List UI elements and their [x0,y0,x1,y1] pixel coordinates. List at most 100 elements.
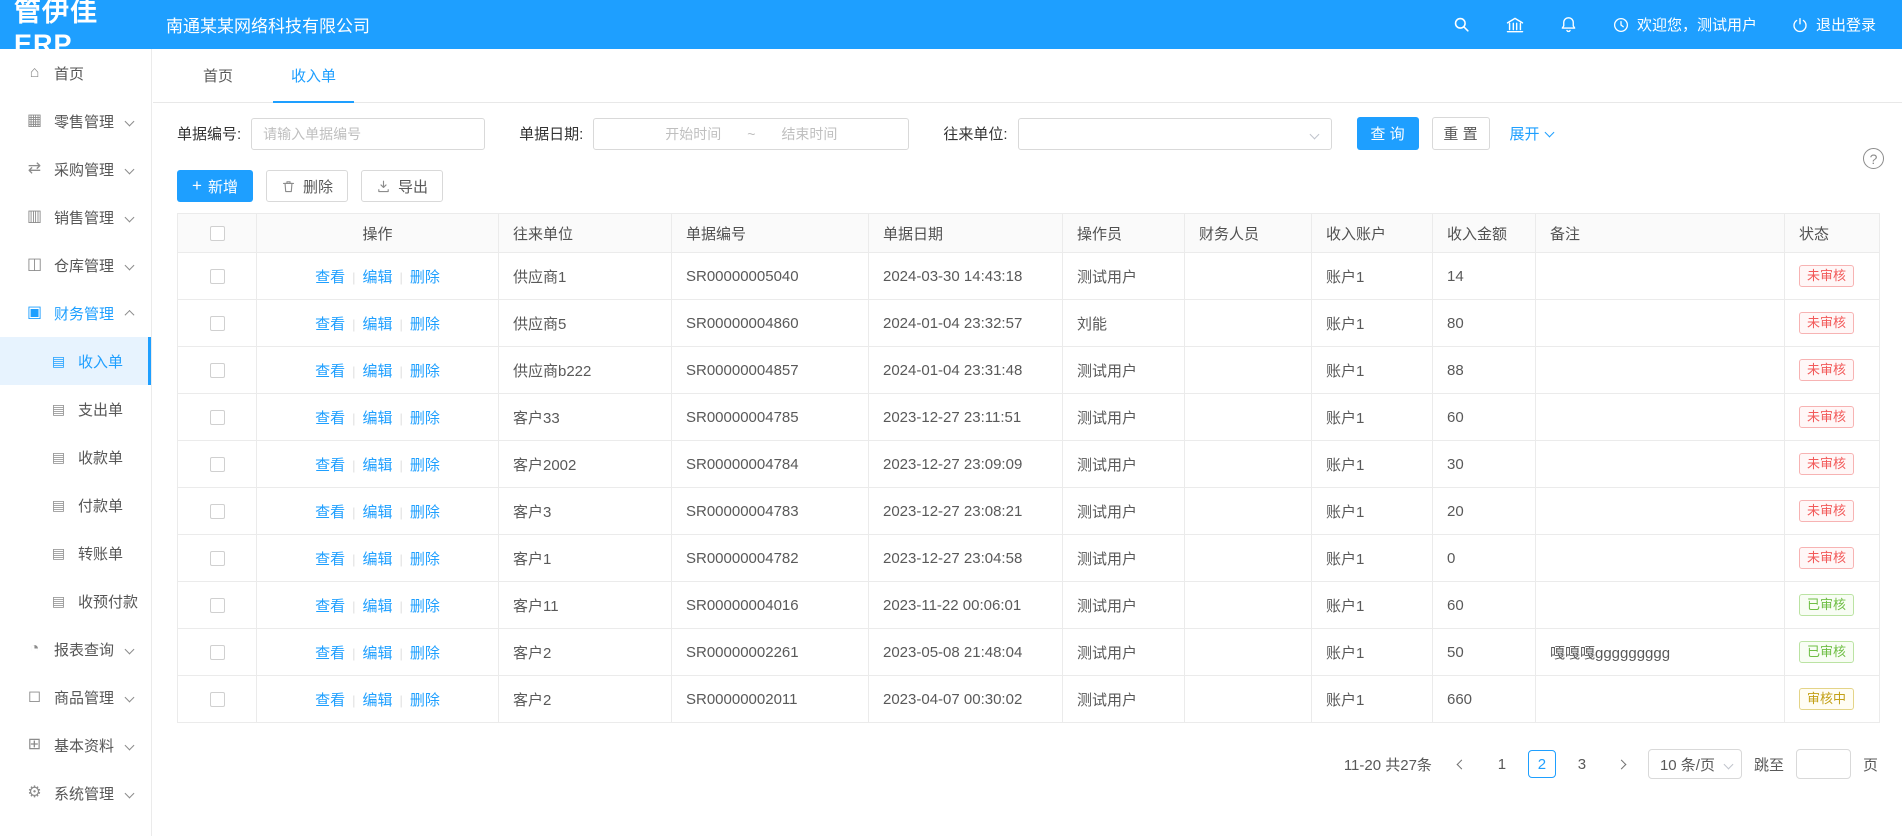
sidebar-item[interactable]: 仓库管理 [0,241,151,289]
retail-icon [26,113,43,129]
delete-link[interactable]: 删除 [410,363,440,380]
delete-link[interactable]: 删除 [410,692,440,709]
row-checkbox[interactable] [210,504,225,519]
sidebar-item[interactable]: 财务管理 [0,289,151,337]
delete-link[interactable]: 删除 [410,457,440,474]
bell-icon[interactable] [1559,15,1578,34]
logout-button[interactable]: 退出登录 [1791,14,1876,35]
delete-label: 删除 [303,176,333,197]
sidebar-item[interactable]: 报表查询 [0,625,151,673]
sidebar-item[interactable]: 支出单 [0,385,151,433]
row-checkbox[interactable] [210,645,225,660]
cell-bill-no: SR00000002011 [672,676,869,723]
export-button[interactable]: 导出 [361,170,443,202]
view-link[interactable]: 查看 [315,269,345,286]
chevron-down-icon [1309,129,1319,139]
col-status: 状态 [1785,214,1880,253]
col-ops: 操作 [257,214,499,253]
col-amount: 收入金额 [1433,214,1536,253]
sidebar-item[interactable]: 收款单 [0,433,151,481]
row-checkbox[interactable] [210,269,225,284]
op-separator [400,552,403,567]
tab-home[interactable]: 首页 [185,49,251,102]
edit-link[interactable]: 编辑 [362,269,392,286]
delete-link[interactable]: 删除 [410,598,440,615]
view-link[interactable]: 查看 [315,504,345,521]
sidebar-item-label: 零售管理 [54,111,114,132]
partner-select[interactable] [1018,118,1332,150]
add-button[interactable]: + 新增 [177,170,253,202]
delete-link[interactable]: 删除 [410,410,440,427]
bill-no-input[interactable] [251,118,485,150]
table-row: 查看编辑删除 客户2002 SR00000004784 2023-12-27 2… [178,441,1880,488]
col-date: 单据日期 [869,214,1063,253]
view-link[interactable]: 查看 [315,551,345,568]
row-checkbox[interactable] [210,598,225,613]
edit-link[interactable]: 编辑 [362,410,392,427]
delete-button[interactable]: 删除 [266,170,348,202]
edit-link[interactable]: 编辑 [362,598,392,615]
cell-partner: 客户1 [499,535,672,582]
sidebar-item[interactable]: 系统管理 [0,769,151,817]
view-link[interactable]: 查看 [315,363,345,380]
page-1-button[interactable]: 1 [1488,750,1516,778]
expand-toggle[interactable]: 展开 [1510,123,1553,144]
sidebar-item[interactable]: 商品管理 [0,673,151,721]
row-checkbox[interactable] [210,410,225,425]
chevron-icon [125,692,135,702]
row-checkbox[interactable] [210,457,225,472]
page-3-button[interactable]: 3 [1568,750,1596,778]
status-badge: 未审核 [1799,312,1854,334]
view-link[interactable]: 查看 [315,457,345,474]
sidebar-item[interactable]: 零售管理 [0,97,151,145]
bank-icon[interactable] [1505,15,1525,35]
row-checkbox[interactable] [210,692,225,707]
edit-link[interactable]: 编辑 [362,692,392,709]
next-page-button[interactable] [1608,750,1636,778]
delete-link[interactable]: 删除 [410,269,440,286]
row-checkbox[interactable] [210,551,225,566]
search-icon[interactable] [1452,15,1471,34]
help-icon[interactable] [1863,148,1884,169]
select-all-checkbox[interactable] [210,226,225,241]
row-checkbox[interactable] [210,316,225,331]
sidebar-item[interactable]: 基本资料 [0,721,151,769]
page-2-button[interactable]: 2 [1528,750,1556,778]
sidebar-item[interactable]: 销售管理 [0,193,151,241]
edit-link[interactable]: 编辑 [362,316,392,333]
view-link[interactable]: 查看 [315,316,345,333]
logout-text: 退出登录 [1816,14,1876,35]
cell-account: 账户1 [1312,347,1433,394]
date-range-picker[interactable]: 开始时间 ~ 结束时间 [593,118,909,150]
view-link[interactable]: 查看 [315,410,345,427]
delete-link[interactable]: 删除 [410,316,440,333]
sidebar-item[interactable]: 转账单 [0,529,151,577]
row-checkbox[interactable] [210,363,225,378]
sidebar-item[interactable]: 收预付款 [0,577,151,625]
sidebar-item[interactable]: 收入单 [0,337,151,385]
table-row: 查看编辑删除 供应商1 SR00000005040 2024-03-30 14:… [178,253,1880,300]
sidebar-item[interactable]: 付款单 [0,481,151,529]
view-link[interactable]: 查看 [315,645,345,662]
prev-page-button[interactable] [1448,750,1476,778]
edit-link[interactable]: 编辑 [362,363,392,380]
reset-button[interactable]: 重 置 [1432,117,1490,150]
view-link[interactable]: 查看 [315,598,345,615]
delete-link[interactable]: 删除 [410,504,440,521]
edit-link[interactable]: 编辑 [362,457,392,474]
view-link[interactable]: 查看 [315,692,345,709]
edit-link[interactable]: 编辑 [362,551,392,568]
jump-page-input[interactable] [1796,749,1851,779]
sidebar-item[interactable]: 采购管理 [0,145,151,193]
cell-operator: 测试用户 [1063,676,1185,723]
delete-link[interactable]: 删除 [410,645,440,662]
delete-link[interactable]: 删除 [410,551,440,568]
welcome-user[interactable]: 欢迎您，测试用户 [1612,14,1757,35]
cell-amount: 14 [1433,253,1536,300]
edit-link[interactable]: 编辑 [362,645,392,662]
tab-income-bill[interactable]: 收入单 [273,49,354,102]
sidebar-item-label: 基本资料 [54,735,114,756]
edit-link[interactable]: 编辑 [362,504,392,521]
query-button[interactable]: 查 询 [1357,117,1419,150]
page-size-select[interactable]: 10 条/页 [1648,749,1742,779]
